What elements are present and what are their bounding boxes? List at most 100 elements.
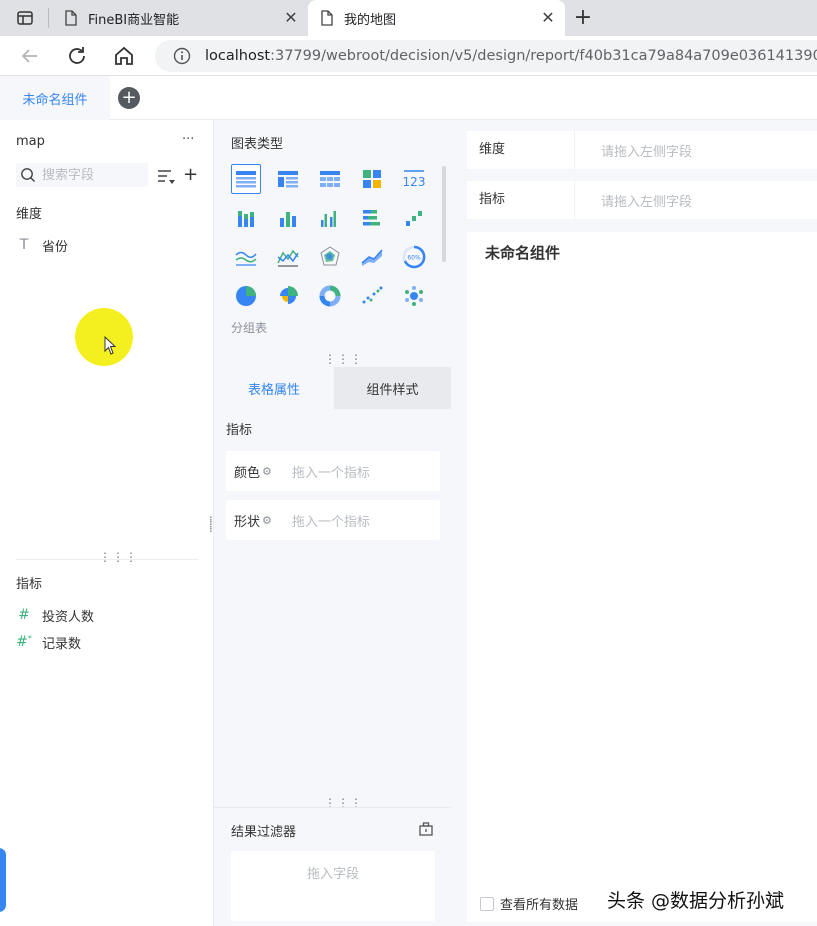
region-hint: 请拖入左侧字段: [601, 194, 693, 210]
range-area-icon[interactable]: [357, 242, 387, 272]
url-host: localhost: [205, 48, 271, 64]
close-icon[interactable]: ✕: [539, 9, 557, 27]
home-icon[interactable]: [112, 44, 136, 68]
measure-region-label: 指标: [467, 181, 575, 219]
field-sort-icon[interactable]: [157, 168, 177, 190]
back-arrow-icon[interactable]: [18, 44, 42, 68]
add-component-button[interactable]: +: [118, 87, 140, 109]
stacked-bar-icon[interactable]: [231, 203, 261, 233]
horizontal-bar-icon[interactable]: [357, 203, 387, 233]
drop-hint: 拖入一个指标: [291, 465, 370, 481]
column-chart-icon[interactable]: [273, 203, 303, 233]
measure-field-item[interactable]: #* 记录数: [16, 632, 81, 652]
data-panel: map ··· + 维度 T 省份 ⋮⋮⋮ 指标 # 投资人数 #* 记录数 ⁞…: [0, 120, 214, 926]
tab-divider: [48, 8, 49, 28]
component-preview: 未命名组件 查看所有数据: [467, 232, 817, 922]
waterfall-icon[interactable]: [399, 203, 429, 233]
number-field-icon: #: [18, 607, 30, 623]
filter-hint: 拖入字段: [306, 867, 359, 882]
dimension-header: 维度: [16, 207, 43, 222]
gear-icon[interactable]: ⚙: [262, 465, 272, 478]
resize-handle-icon[interactable]: ⋮⋮⋮: [99, 551, 138, 563]
gauge-icon[interactable]: 60%: [399, 242, 429, 272]
search-icon: [20, 167, 36, 183]
preview-area: 维度 请拖入左侧字段 指标 请拖入左侧字段 未命名组件 查看所有数据: [451, 120, 817, 926]
chart-type-caption: 分组表: [231, 321, 268, 335]
shape-drop-zone[interactable]: 形状 ⚙ 拖入一个指标: [226, 500, 440, 540]
dimension-field-item[interactable]: T 省份: [16, 235, 68, 255]
checkbox[interactable]: [480, 896, 494, 911]
bubble-chart-icon[interactable]: [399, 281, 429, 311]
measure-section-label: 指标: [226, 423, 253, 438]
tab-component[interactable]: 未命名组件: [0, 76, 110, 120]
view-all-data-toggle[interactable]: 查看所有数据: [480, 894, 578, 913]
color-drop-zone[interactable]: 颜色 ⚙ 拖入一个指标: [226, 451, 440, 491]
tab-component-style[interactable]: 组件样式: [334, 367, 451, 409]
add-field-button[interactable]: +: [183, 164, 198, 185]
browser-tab-finebi[interactable]: FineBI商业智能 ✕: [52, 0, 308, 36]
measure-field-item[interactable]: # 投资人数: [16, 605, 94, 625]
close-icon[interactable]: ✕: [282, 9, 300, 27]
rose-chart-icon[interactable]: [273, 281, 303, 311]
more-icon[interactable]: ···: [182, 132, 194, 147]
tab-title: 我的地图: [344, 12, 397, 28]
grouped-table-icon[interactable]: [231, 164, 261, 194]
sidebar-toggle-icon[interactable]: [16, 9, 34, 27]
detail-table-icon[interactable]: [315, 164, 345, 194]
shape-label: 形状: [234, 514, 261, 530]
multi-column-icon[interactable]: [315, 203, 345, 233]
measure-header: 指标: [16, 577, 43, 592]
pie-chart-icon[interactable]: [231, 281, 261, 311]
line-chart-icon[interactable]: [273, 242, 303, 272]
filter-drop-zone[interactable]: 拖入字段: [231, 851, 435, 921]
field-name: 记录数: [42, 636, 82, 652]
new-tab-button[interactable]: +: [571, 6, 595, 30]
dimension-region-label: 维度: [467, 131, 575, 169]
chart-config-panel: 图表类型 123 60% 分组表 ⋮⋮⋮ 表格属性 组件样式 指标 颜色 ⚙ 拖…: [214, 120, 451, 926]
donut-chart-icon[interactable]: [315, 281, 345, 311]
tab-table-properties[interactable]: 表格属性: [214, 367, 334, 409]
property-tabs: 表格属性 组件样式: [214, 367, 451, 409]
view-all-label: 查看所有数据: [500, 898, 579, 913]
radar-chart-icon[interactable]: [315, 242, 345, 272]
page-icon: [64, 10, 78, 26]
page-icon: [320, 10, 334, 26]
tab-title: FineBI商业智能: [88, 12, 180, 28]
filter-settings-icon[interactable]: [419, 821, 433, 840]
kpi-number-icon[interactable]: 123: [399, 164, 429, 194]
chart-type-header: 图表类型: [231, 137, 284, 152]
url-path: :37799/webroot/decision/v5/design/report…: [270, 48, 817, 64]
resize-handle-icon[interactable]: ⋮⋮⋮: [324, 797, 363, 809]
address-bar: localhost:37799/webroot/decision/v5/desi…: [0, 36, 817, 76]
heat-matrix-icon[interactable]: [357, 164, 387, 194]
area-chart-icon[interactable]: [231, 242, 261, 272]
text-field-icon: T: [19, 237, 29, 253]
browser-tab-my-map[interactable]: 我的地图 ✕: [308, 0, 565, 36]
measure-region[interactable]: 指标 请拖入左侧字段: [467, 181, 817, 219]
filter-header: 结果过滤器: [231, 825, 297, 840]
scatter-chart-icon[interactable]: [357, 281, 387, 311]
dimension-region[interactable]: 维度 请拖入左侧字段: [467, 131, 817, 169]
dataset-name: map: [16, 134, 45, 149]
resize-handle-icon[interactable]: ⋮⋮⋮: [324, 353, 363, 365]
drop-hint: 拖入一个指标: [291, 514, 370, 530]
region-hint: 请拖入左侧字段: [601, 144, 693, 160]
pivot-table-icon[interactable]: [273, 164, 303, 194]
chart-list-scrollbar[interactable]: [442, 166, 446, 262]
url-field[interactable]: localhost:37799/webroot/decision/v5/desi…: [155, 40, 817, 72]
count-field-icon: #*: [16, 634, 32, 650]
gear-icon[interactable]: ⚙: [262, 514, 272, 527]
svg-text:123: 123: [403, 175, 426, 189]
color-label: 颜色: [234, 465, 261, 481]
search-input[interactable]: [42, 167, 142, 183]
info-icon[interactable]: [173, 47, 191, 65]
field-name: 省份: [42, 239, 69, 255]
filter-divider: [214, 807, 451, 808]
component-tab-bar: 未命名组件 +: [0, 76, 817, 120]
watermark: 头条 @数据分析孙斌: [607, 890, 785, 912]
preview-title: 未命名组件: [485, 244, 561, 262]
browser-tab-strip: FineBI商业智能 ✕ 我的地图 ✕ +: [0, 0, 817, 36]
side-expand-tab[interactable]: [0, 848, 6, 912]
reload-icon[interactable]: [65, 44, 89, 68]
mouse-cursor-icon: [104, 335, 118, 360]
